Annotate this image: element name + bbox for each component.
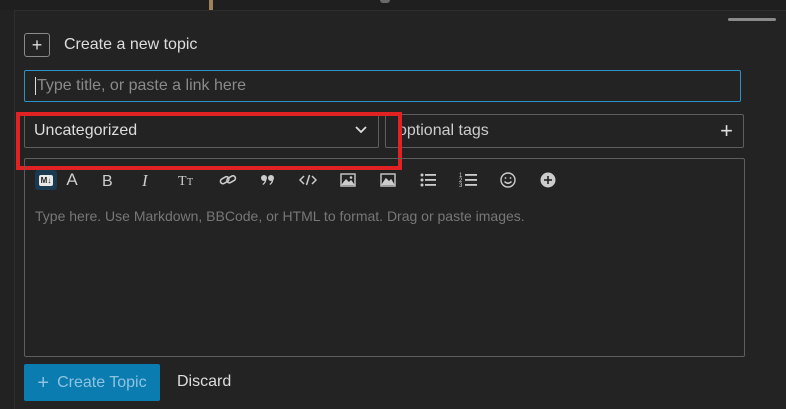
background-indicator bbox=[380, 0, 390, 3]
discard-button[interactable]: Discard bbox=[177, 373, 231, 391]
italic-icon[interactable]: I bbox=[136, 168, 160, 192]
numbered-list-icon[interactable]: 1 2 3 bbox=[456, 168, 480, 192]
code-icon[interactable] bbox=[296, 168, 320, 192]
svg-text:I: I bbox=[141, 172, 149, 188]
image-icon[interactable] bbox=[336, 168, 360, 192]
composer-resize-grip[interactable] bbox=[728, 18, 776, 21]
plus-icon: + bbox=[24, 33, 50, 57]
composer-title: Create a new topic bbox=[64, 36, 198, 53]
plus-icon: + bbox=[37, 371, 50, 394]
bullet-list-icon[interactable] bbox=[416, 168, 440, 192]
markdown-mode-icon[interactable]: M↓ bbox=[35, 170, 57, 190]
svg-text:T: T bbox=[187, 177, 193, 188]
svg-text:T: T bbox=[178, 174, 187, 188]
add-tag-icon[interactable]: + bbox=[720, 120, 733, 142]
create-topic-button[interactable]: + Create Topic bbox=[24, 364, 160, 401]
background-accent-bar bbox=[209, 0, 213, 10]
title-placeholder: Type title, or paste a link here bbox=[37, 77, 246, 94]
blockquote-icon[interactable] bbox=[256, 168, 280, 192]
topic-composer: + Create a new topic Type title, or past… bbox=[14, 10, 786, 409]
link-icon[interactable] bbox=[216, 168, 240, 192]
upload-icon[interactable] bbox=[376, 168, 400, 192]
emoji-icon[interactable] bbox=[496, 168, 520, 192]
tags-input[interactable]: optional tags + bbox=[385, 114, 744, 148]
bold-icon[interactable]: B bbox=[96, 168, 120, 192]
create-topic-label: Create Topic bbox=[57, 373, 147, 391]
category-select[interactable]: Uncategorized bbox=[24, 114, 379, 148]
category-value: Uncategorized bbox=[34, 122, 138, 139]
svg-text:3: 3 bbox=[459, 183, 463, 188]
rich-text-icon[interactable]: A bbox=[60, 168, 84, 192]
tags-placeholder: optional tags bbox=[398, 122, 489, 139]
post-editor[interactable]: M↓ A B I T T 1 2 3 Type here. Use Markdo… bbox=[24, 158, 745, 357]
chevron-down-icon bbox=[355, 126, 367, 134]
text-caret bbox=[35, 77, 36, 95]
topic-title-input[interactable]: Type title, or paste a link here bbox=[24, 70, 741, 102]
background-post bbox=[0, 0, 786, 10]
heading-icon[interactable]: T T bbox=[176, 168, 200, 192]
more-options-icon[interactable] bbox=[536, 168, 560, 192]
editor-placeholder: Type here. Use Markdown, BBCode, or HTML… bbox=[35, 208, 525, 224]
composer-header: + Create a new topic bbox=[24, 33, 197, 57]
svg-text:B: B bbox=[102, 173, 113, 188]
